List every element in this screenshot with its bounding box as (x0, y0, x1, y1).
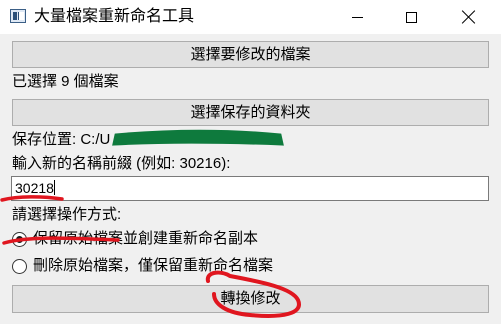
maximize-button[interactable] (388, 0, 434, 34)
prefix-label: 輸入新的名稱前綴 (例如: 30216): (12, 155, 231, 172)
text-caret (53, 180, 55, 195)
radio-keep-original-label: 保留原始檔案並創建重新命名副本 (33, 230, 259, 247)
selected-files-label: 已選擇 9 個檔案 (12, 73, 119, 90)
prefix-input[interactable]: 30218 (11, 176, 489, 201)
close-button[interactable] (446, 0, 492, 34)
window-title: 大量檔案重新命名工具 (34, 8, 195, 25)
radio-checked-icon[interactable] (12, 231, 27, 247)
maximize-icon (405, 11, 417, 23)
radio-delete-original[interactable]: 刪除原始檔案，僅保留重新命名檔案 (12, 257, 273, 275)
radio-delete-original-label: 刪除原始檔案，僅保留重新命名檔案 (33, 257, 274, 274)
minimize-button[interactable] (334, 0, 380, 34)
minimize-icon (351, 16, 363, 18)
radio-keep-original[interactable]: 保留原始檔案並創建重新命名副本 (12, 230, 258, 248)
choose-files-button[interactable]: 選擇要修改的檔案 (12, 41, 489, 68)
title-bar: 大量檔案重新命名工具 (0, 0, 501, 34)
choose-folder-button[interactable]: 選擇保存的資料夾 (12, 99, 489, 126)
close-icon (462, 10, 476, 24)
radio-unchecked-icon[interactable] (12, 258, 27, 274)
app-icon (10, 9, 26, 23)
convert-button[interactable]: 轉換修改 (12, 285, 489, 313)
mode-label: 請選擇操作方式: (12, 206, 122, 223)
redaction-stroke (112, 129, 284, 146)
save-location-label: 保存位置: C:/U (12, 131, 111, 148)
prefix-input-value: 30218 (15, 180, 54, 196)
